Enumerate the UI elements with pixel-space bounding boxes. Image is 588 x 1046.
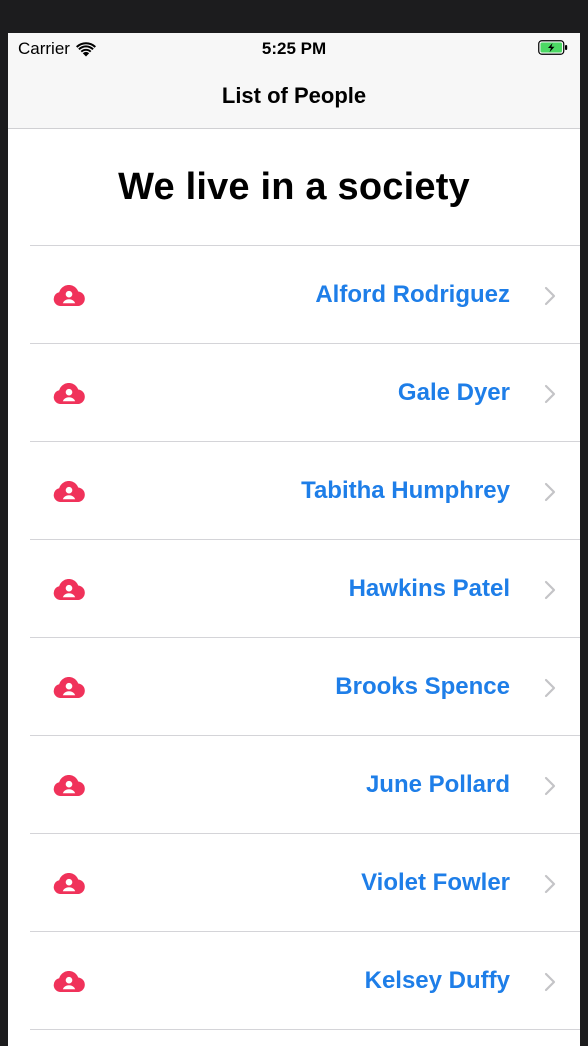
people-list[interactable]: Alford Rodriguez Gale Dyer Tabitha Humph… xyxy=(30,245,580,1030)
person-cloud-icon xyxy=(53,677,85,698)
person-cloud-icon xyxy=(53,481,85,502)
person-cloud-icon xyxy=(53,285,85,306)
person-name: Kelsey Duffy xyxy=(364,967,510,994)
chevron-right-icon xyxy=(544,286,556,306)
battery-charging-icon xyxy=(538,40,568,55)
chevron-right-icon xyxy=(544,384,556,404)
chevron-right-icon xyxy=(544,580,556,600)
status-bar: Carrier 5:25 PM xyxy=(8,33,580,61)
person-name: Gale Dyer xyxy=(397,379,510,406)
content-area[interactable]: We live in a society Alford Rodriguez Ga… xyxy=(8,130,580,1046)
list-item[interactable]: June Pollard xyxy=(30,736,580,834)
chevron-right-icon xyxy=(544,482,556,502)
person-cloud-icon xyxy=(53,971,85,992)
person-cloud-icon xyxy=(53,873,85,894)
list-item[interactable]: Kelsey Duffy xyxy=(30,932,580,1030)
list-item[interactable]: Gale Dyer xyxy=(30,344,580,442)
person-name: Violet Fowler xyxy=(361,869,510,896)
person-name: Alford Rodriguez xyxy=(315,281,510,308)
person-cloud-icon xyxy=(53,579,85,600)
navigation-bar: List of People xyxy=(8,61,580,129)
app-screen: Carrier 5:25 PM List of People We live i… xyxy=(8,33,580,1046)
person-name: Tabitha Humphrey xyxy=(301,477,510,504)
list-item[interactable]: Brooks Spence xyxy=(30,638,580,736)
list-item[interactable]: Alford Rodriguez xyxy=(30,246,580,344)
person-name: Brooks Spence xyxy=(335,673,510,700)
person-cloud-icon xyxy=(53,775,85,796)
person-name: Hawkins Patel xyxy=(348,575,510,602)
chevron-right-icon xyxy=(544,972,556,992)
list-item[interactable]: Tabitha Humphrey xyxy=(30,442,580,540)
chevron-right-icon xyxy=(544,678,556,698)
nav-title: List of People xyxy=(221,83,367,108)
person-name: June Pollard xyxy=(365,771,510,798)
page-heading: We live in a society xyxy=(118,166,470,208)
status-time: 5:25 PM xyxy=(261,39,327,58)
list-item[interactable]: Hawkins Patel xyxy=(30,540,580,638)
person-cloud-icon xyxy=(53,383,85,404)
chevron-right-icon xyxy=(544,776,556,796)
list-item[interactable]: Violet Fowler xyxy=(30,834,580,932)
chevron-right-icon xyxy=(544,874,556,894)
